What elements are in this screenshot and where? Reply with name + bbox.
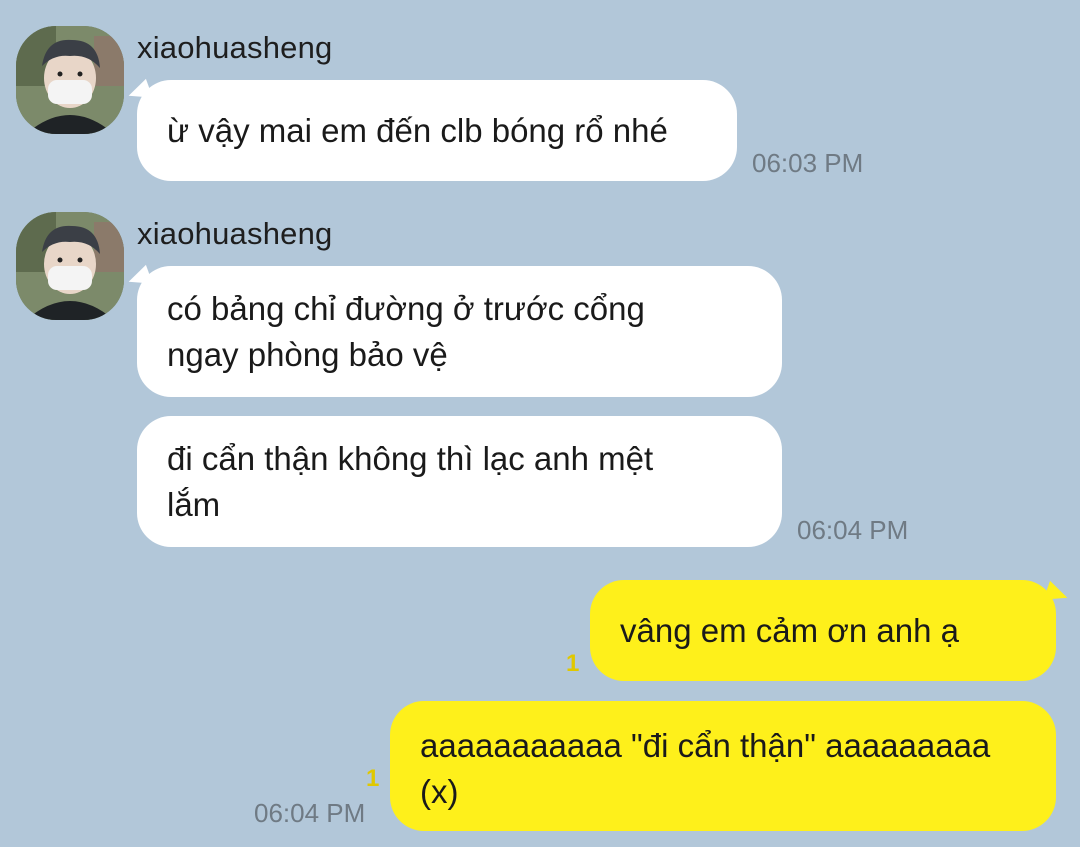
sender-name: xiaohuasheng xyxy=(137,30,333,65)
message-timestamp: 06:03 PM xyxy=(752,148,864,178)
unread-count: 1 xyxy=(566,650,580,677)
incoming-message-bubble[interactable]: có bảng chỉ đường ở trước cổng ngay phòn… xyxy=(137,266,782,397)
unread-count: 1 xyxy=(366,765,380,792)
message-text: aaaaaaaaaaa "đi cẩn thận" aaaaaaaaa (x) xyxy=(420,727,991,810)
avatar[interactable] xyxy=(16,26,124,134)
message-text: ừ vậy mai em đến clb bóng rổ nhé xyxy=(167,112,668,149)
message-timestamp: 06:04 PM xyxy=(797,515,909,545)
avatar-photo xyxy=(16,212,124,320)
avatar-photo xyxy=(16,26,124,134)
incoming-message-bubble[interactable]: đi cẩn thận không thì lạc anh mệt lắm xyxy=(137,416,782,547)
message-timestamp: 06:04 PM xyxy=(254,798,366,828)
incoming-message-bubble[interactable]: ừ vậy mai em đến clb bóng rổ nhé xyxy=(137,80,737,181)
outgoing-message-bubble[interactable]: vâng em cảm ơn anh ạ xyxy=(590,580,1056,738)
message-text-body: vâng em cảm ơn anh ạ xyxy=(620,612,959,649)
sender-name: xiaohuasheng xyxy=(137,216,333,251)
message-text: có bảng chỉ đường ở trước cổng ngay phòn… xyxy=(167,290,645,373)
outgoing-message-bubble[interactable]: aaaaaaaaaaa "đi cẩn thận" aaaaaaaaa (x) xyxy=(390,701,1056,831)
message-text: đi cẩn thận không thì lạc anh mệt lắm xyxy=(167,440,654,523)
avatar[interactable] xyxy=(16,212,124,320)
